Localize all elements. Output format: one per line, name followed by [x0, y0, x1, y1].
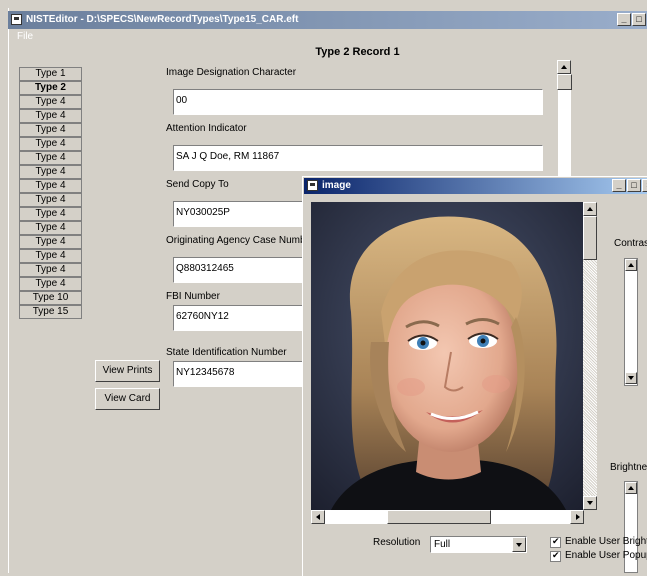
image-window-icon — [307, 180, 318, 191]
type-button[interactable]: Type 15 — [19, 305, 82, 319]
enable-popup-checkbox[interactable] — [550, 550, 561, 562]
fbi-field[interactable]: 62760NY12 — [173, 305, 303, 331]
type-button[interactable]: Type 4 — [19, 151, 82, 165]
type-button[interactable]: Type 10 — [19, 291, 82, 305]
main-scroll-track[interactable] — [558, 90, 571, 180]
resolution-dropdown-button[interactable] — [512, 537, 526, 552]
idc-label: Image Designation Character — [166, 67, 297, 78]
contrast-down[interactable] — [625, 372, 637, 384]
resolution-label: Resolution — [373, 537, 421, 548]
state-id-label: State Identification Number — [166, 347, 287, 358]
type-button[interactable]: Type 4 — [19, 235, 82, 249]
main-title-bar[interactable]: NISTEditor - D:\SPECS\NewRecordTypes\Typ… — [8, 11, 647, 29]
image-vscroll[interactable] — [583, 202, 597, 510]
type-button[interactable]: Type 4 — [19, 179, 82, 193]
view-prints-button[interactable]: View Prints — [95, 360, 160, 382]
image-minimize-button[interactable]: _ — [612, 179, 626, 192]
resolution-select[interactable]: Full — [430, 536, 527, 553]
type-button[interactable]: Type 4 — [19, 249, 82, 263]
idc-field[interactable]: 00 — [173, 89, 543, 115]
type-button[interactable]: Type 4 — [19, 263, 82, 277]
menu-file[interactable]: File — [17, 31, 33, 42]
image-close-button[interactable]: × — [642, 179, 647, 192]
main-scroll-thumb[interactable] — [557, 74, 572, 90]
send-copy-field[interactable]: NY030025P — [173, 201, 303, 227]
type-button[interactable]: Type 4 — [19, 109, 82, 123]
contrast-slider[interactable] — [624, 258, 638, 386]
image-hscroll[interactable] — [311, 510, 584, 524]
type-button[interactable]: Type 4 — [19, 221, 82, 235]
resolution-value: Full — [434, 539, 451, 550]
attention-field[interactable]: SA J Q Doe, RM 11867 — [173, 145, 543, 171]
image-window-title: image — [322, 180, 351, 191]
image-scroll-down[interactable] — [583, 496, 597, 510]
type-button[interactable]: Type 4 — [19, 277, 82, 291]
brightness-label: Brightnes — [610, 462, 647, 473]
case-number-label: Originating Agency Case Numbe — [166, 235, 312, 246]
enable-popup-label: Enable User Popup — [565, 550, 647, 561]
contrast-up[interactable] — [625, 259, 637, 271]
scroll-up-button[interactable] — [557, 60, 571, 74]
type-button[interactable]: Type 2 — [19, 81, 82, 95]
type-button[interactable]: Type 4 — [19, 137, 82, 151]
send-copy-label: Send Copy To — [166, 179, 229, 190]
type-button[interactable]: Type 4 — [19, 95, 82, 109]
type-button[interactable]: Type 4 — [19, 123, 82, 137]
main-scrollbar[interactable] — [557, 60, 572, 180]
maximize-button[interactable]: □ — [632, 13, 646, 26]
portrait-image — [311, 202, 584, 510]
type-button[interactable]: Type 4 — [19, 207, 82, 221]
window-title: NISTEditor - D:\SPECS\NewRecordTypes\Typ… — [26, 14, 299, 25]
minimize-button[interactable]: _ — [617, 13, 631, 26]
view-card-button[interactable]: View Card — [95, 388, 160, 410]
image-hscroll-thumb[interactable] — [387, 510, 491, 524]
enable-brightness-label: Enable User Brightn — [565, 536, 647, 547]
image-scroll-left[interactable] — [311, 510, 325, 524]
contrast-label: Contras — [614, 238, 647, 249]
state-id-field[interactable]: NY12345678 — [173, 361, 303, 387]
image-scroll-up[interactable] — [583, 202, 597, 216]
image-maximize-button[interactable]: □ — [627, 179, 641, 192]
image-title-bar[interactable]: image _ □ × — [304, 178, 647, 194]
case-number-field[interactable]: Q880312465 — [173, 257, 303, 283]
app-icon — [11, 14, 22, 25]
enable-brightness-checkbox[interactable] — [550, 536, 561, 548]
type-button[interactable]: Type 1 — [19, 67, 82, 81]
brightness-up[interactable] — [625, 482, 637, 494]
fbi-label: FBI Number — [166, 291, 220, 302]
type-button[interactable]: Type 4 — [19, 193, 82, 207]
image-vscroll-thumb[interactable] — [583, 216, 597, 260]
image-scroll-right[interactable] — [570, 510, 584, 524]
type-button[interactable]: Type 4 — [19, 165, 82, 179]
record-title: Type 2 Record 1 — [315, 46, 400, 58]
attention-label: Attention Indicator — [166, 123, 247, 134]
